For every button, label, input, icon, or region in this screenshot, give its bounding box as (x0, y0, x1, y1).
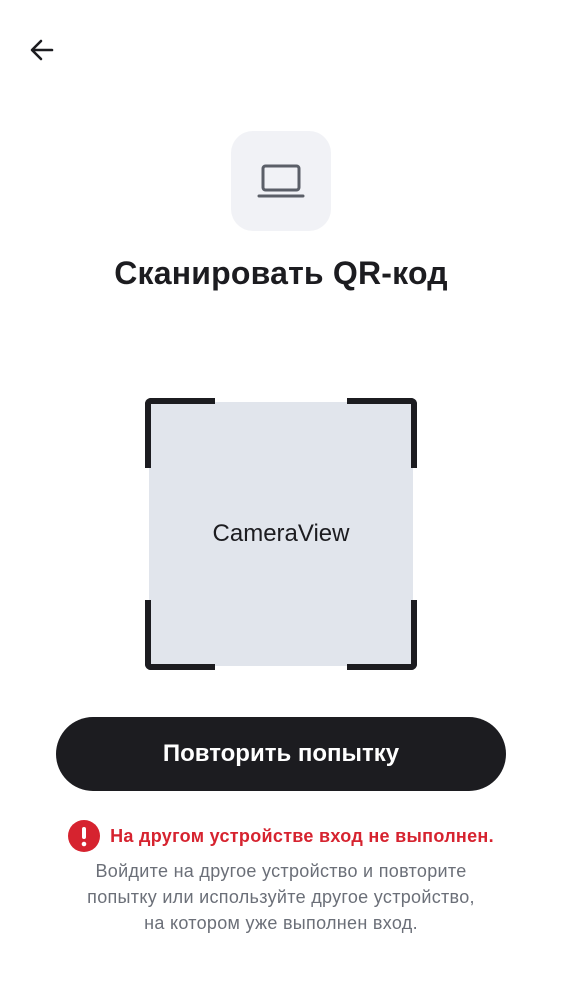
page-title: Сканировать QR-код (114, 255, 448, 291)
retry-button[interactable]: Повторить попытку (56, 717, 506, 791)
exclamation-circle-icon (68, 820, 101, 852)
back-button[interactable] (22, 30, 62, 70)
device-tile (231, 131, 331, 231)
scanner-corner-top-left (145, 398, 215, 468)
help-text-line: на котором уже выполнен вход. (144, 913, 418, 933)
scanner-corner-bottom-right (347, 600, 417, 670)
camera-view-label: CameraView (212, 520, 350, 547)
scanner-corner-top-right (347, 398, 417, 468)
qr-scanner-frame: CameraView (145, 398, 417, 670)
help-text-line: Войдите на другое устройство и повторите (95, 861, 467, 881)
scanner-corner-bottom-left (145, 600, 215, 670)
arrow-left-icon (30, 39, 54, 61)
error-message-row: На другом устройстве вход не выполнен. (0, 820, 562, 852)
error-message: На другом устройстве вход не выполнен. (110, 825, 494, 846)
help-text-line: попытку или используйте другое устройств… (87, 887, 475, 907)
help-text: Войдите на другое устройство и повторите… (40, 858, 522, 936)
laptop-icon (257, 164, 305, 198)
qr-scan-screen: Сканировать QR-код CameraView Повторить … (0, 0, 562, 1000)
